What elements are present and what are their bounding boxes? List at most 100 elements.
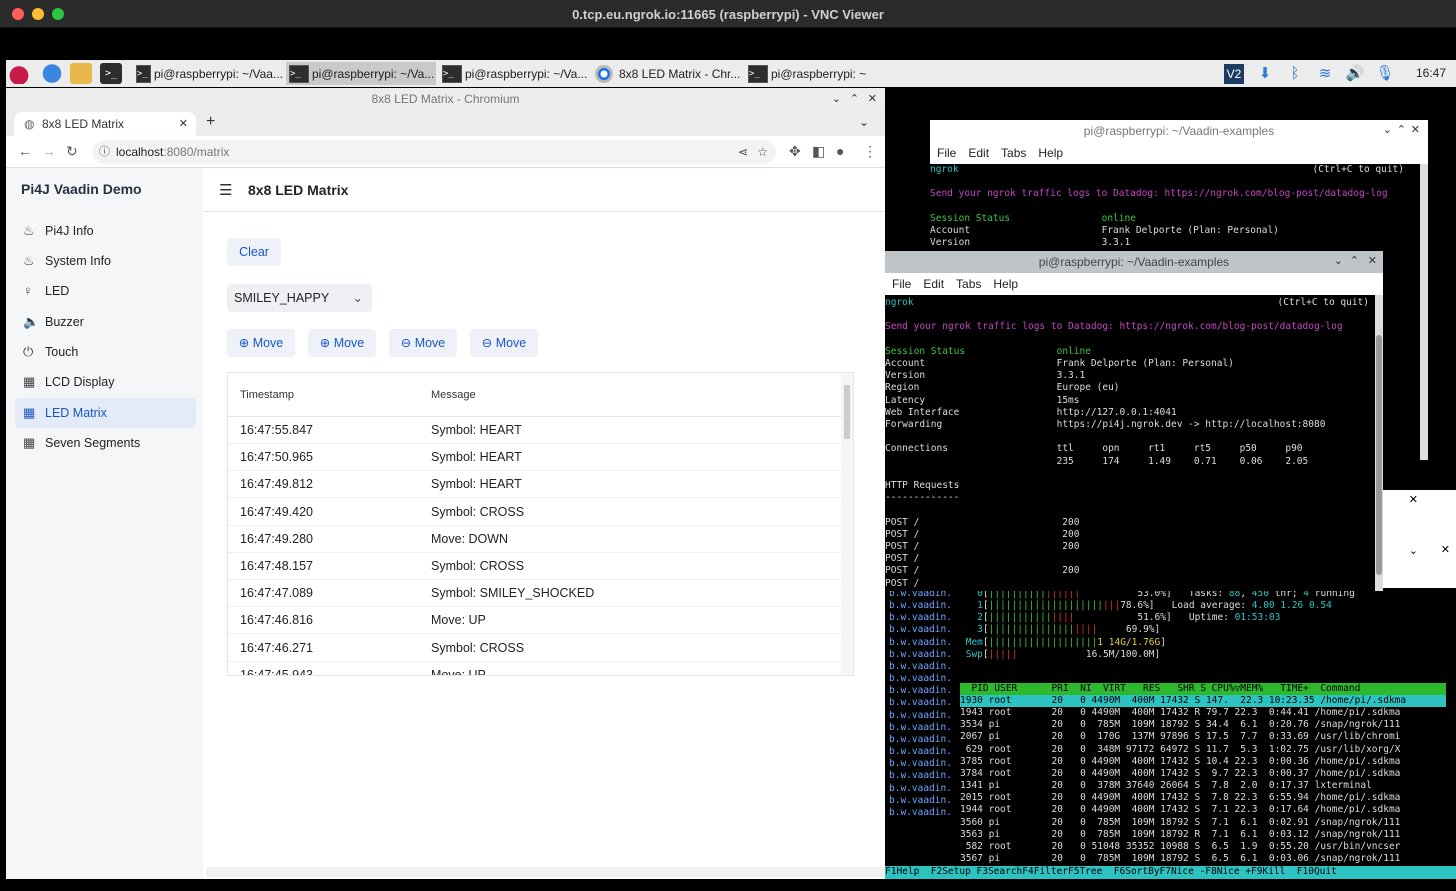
reload-icon[interactable]: ↻ [66, 143, 78, 160]
htop-function-keys[interactable]: F1Help F2Setup F3SearchF4FilterF5Tree F6… [885, 866, 1456, 879]
close-icon[interactable]: ✕ [1409, 493, 1418, 506]
header-message[interactable]: Message [431, 373, 476, 417]
side-panel-icon[interactable]: ◧ [812, 143, 825, 160]
address-bar[interactable]: ⓘ localhost:8080/matrix ⋖ ☆ [92, 140, 776, 164]
menu-help[interactable]: Help [1038, 146, 1063, 160]
move-down-button[interactable]: ⊕ Move [308, 329, 376, 357]
process-row[interactable]: 1943 root 20 0 4490M 400M 17432 R 79.7 2… [960, 707, 1446, 719]
menu-help[interactable]: Help [993, 277, 1018, 291]
process-row[interactable]: 629 root 20 0 348M 97172 64972 S 11.7 5.… [960, 744, 1446, 756]
process-row[interactable]: 3785 root 20 0 4490M 400M 17432 S 10.4 2… [960, 756, 1446, 768]
side-text-line: b.w.vaadin. [889, 733, 952, 745]
nav-pi4j-info[interactable]: ♨ Pi4J Info [15, 216, 196, 246]
move-up-button[interactable]: ⊕ Move [227, 329, 295, 357]
move-left-button[interactable]: ⊖ Move [389, 329, 457, 357]
terminal-launcher-icon[interactable]: >_ [100, 63, 122, 84]
process-row[interactable]: 1341 pi 20 0 378M 37640 26064 S 7.8 2.0 … [960, 780, 1446, 792]
table-row[interactable]: 16:47:49.280 Move: DOWN [228, 526, 841, 553]
forward-icon[interactable]: → [42, 143, 56, 159]
nav-lcd-display[interactable]: ▦ LCD Display [15, 367, 196, 397]
clear-button[interactable]: Clear [227, 238, 281, 266]
process-row[interactable]: 1930 root 20 0 4490M 400M 17432 S 147. 2… [960, 695, 1446, 708]
chevron-up-icon[interactable]: ⌃ [1397, 123, 1406, 136]
nav-led-matrix[interactable]: ▦ LED Matrix [15, 398, 196, 428]
chevron-down-icon[interactable]: ⌄ [1334, 254, 1343, 267]
extensions-icon[interactable]: ✥ [789, 143, 801, 160]
more-menu-icon[interactable]: ⋮ [863, 143, 877, 160]
wifi-icon[interactable]: ≋ [1315, 64, 1335, 84]
chevron-down-icon[interactable]: ⌄ [832, 92, 841, 105]
close-icon[interactable]: ✕ [1441, 543, 1450, 556]
browser-tab[interactable]: ◍ 8x8 LED Matrix ✕ [14, 112, 196, 138]
table-row[interactable]: 16:47:49.812 Symbol: HEART [228, 471, 841, 499]
table-row[interactable]: 16:47:48.157 Symbol: CROSS [228, 553, 841, 580]
process-row[interactable]: 3784 root 20 0 4490M 400M 17432 S 9.7 22… [960, 768, 1446, 780]
chevron-down-icon[interactable]: ⌄ [1383, 123, 1392, 136]
process-row[interactable]: 3560 pi 20 0 785M 109M 18792 S 7.1 6.1 0… [960, 817, 1446, 829]
table-row[interactable]: 16:47:47.089 Symbol: SMILEY_SHOCKED [228, 580, 841, 608]
microphone-icon[interactable]: 🎙 [1375, 64, 1395, 84]
menu-tabs[interactable]: Tabs [956, 277, 981, 291]
table-row[interactable]: 16:47:49.420 Symbol: CROSS [228, 499, 841, 526]
process-row[interactable]: 582 root 20 0 51048 35352 10988 S 6.5 1.… [960, 841, 1446, 853]
task-terminal-1[interactable]: >_ pi@raspberrypi: ~/Vaa... [133, 62, 283, 85]
nav-led[interactable]: ♀ LED [15, 276, 196, 306]
nav-system-info[interactable]: ♨ System Info [15, 246, 196, 276]
task-terminal-2[interactable]: >_ pi@raspberrypi: ~/Va... [286, 62, 436, 85]
site-info-icon[interactable]: ⓘ [99, 140, 110, 164]
task-chromium[interactable]: 8x8 LED Matrix - Chr... [592, 62, 742, 85]
tab-search-icon[interactable]: ⌄ [859, 115, 869, 129]
horizontal-scrollbar[interactable] [206, 867, 885, 877]
menu-edit[interactable]: Edit [968, 146, 989, 160]
bookmark-star-icon[interactable]: ☆ [757, 140, 768, 164]
close-icon[interactable]: ✕ [1368, 254, 1377, 267]
nav-touch[interactable]: ⏻ Touch [15, 337, 196, 367]
scroll-thumb[interactable] [1376, 335, 1382, 575]
new-tab-icon[interactable]: + [206, 113, 215, 131]
table-row[interactable]: 16:47:50.965 Symbol: HEART [228, 444, 841, 472]
close-tab-icon[interactable]: ✕ [179, 112, 188, 136]
table-row[interactable]: 16:47:46.271 Symbol: CROSS [228, 635, 841, 662]
chevron-up-icon[interactable]: ⌃ [850, 92, 859, 105]
menu-file[interactable]: File [937, 146, 956, 160]
task-terminal-4[interactable]: >_ pi@raspberrypi: ~ [745, 62, 885, 85]
address-row: ← → ↻ ⓘ localhost:8080/matrix ⋖ ☆ ✥ ◧ ● ⋮ [6, 136, 885, 168]
process-row[interactable]: 3567 pi 20 0 785M 109M 18792 S 6.5 6.1 0… [960, 853, 1446, 865]
menu-toggle-icon[interactable]: ☰ [219, 181, 232, 199]
terminal-scrollbar[interactable] [1375, 295, 1383, 591]
terminal-scrollbar[interactable] [1420, 164, 1428, 460]
process-row[interactable]: 3534 pi 20 0 785M 109M 18792 S 34.4 6.1 … [960, 719, 1446, 731]
update-icon[interactable]: ⬇ [1255, 64, 1275, 84]
table-row[interactable]: 16:47:46.816 Move: UP [228, 607, 841, 635]
share-icon[interactable]: ⋖ [738, 140, 748, 164]
process-row[interactable]: 2015 root 20 0 4490M 400M 17432 S 7.8 22… [960, 792, 1446, 804]
volume-icon[interactable]: 🔊 [1345, 64, 1365, 84]
scroll-thumb[interactable] [844, 385, 850, 439]
file-manager-icon[interactable] [70, 63, 92, 84]
profile-icon[interactable]: ● [836, 143, 844, 159]
chevron-down-icon[interactable]: ⌄ [1409, 544, 1418, 557]
back-icon[interactable]: ← [18, 143, 32, 159]
close-icon[interactable]: ✕ [1411, 123, 1420, 136]
raspberry-menu-icon[interactable] [8, 63, 30, 84]
grid-scrollbar[interactable] [841, 373, 853, 675]
process-row[interactable]: 2067 pi 20 0 170G 137M 97896 S 17.5 7.7 … [960, 731, 1446, 743]
process-row[interactable]: 1944 root 20 0 4490M 400M 17432 S 7.1 22… [960, 804, 1446, 816]
task-terminal-3[interactable]: >_ pi@raspberrypi: ~/Va... [439, 62, 589, 85]
nav-seven-segments[interactable]: ▦ Seven Segments [15, 428, 196, 458]
nav-buzzer[interactable]: 🔈 Buzzer [15, 307, 196, 337]
menu-edit[interactable]: Edit [923, 277, 944, 291]
menu-file[interactable]: File [892, 277, 911, 291]
table-row[interactable]: 16:47:55.847 Symbol: HEART [228, 417, 841, 444]
table-row[interactable]: 16:47:45.943 Move: UP [228, 662, 841, 675]
bluetooth-icon[interactable]: ᛒ [1285, 64, 1305, 84]
close-icon[interactable]: ✕ [868, 92, 877, 105]
vnc-tray-icon[interactable]: V2 [1224, 64, 1244, 84]
browser-launcher-icon[interactable] [41, 63, 63, 84]
menu-tabs[interactable]: Tabs [1001, 146, 1026, 160]
header-timestamp[interactable]: Timestamp [240, 373, 294, 417]
chevron-up-icon[interactable]: ⌃ [1350, 254, 1359, 267]
symbol-select[interactable]: SMILEY_HAPPY ⌄ [227, 284, 372, 312]
move-right-button[interactable]: ⊖ Move [470, 329, 538, 357]
process-row[interactable]: 3563 pi 20 0 785M 109M 18792 R 7.1 6.1 0… [960, 829, 1446, 841]
